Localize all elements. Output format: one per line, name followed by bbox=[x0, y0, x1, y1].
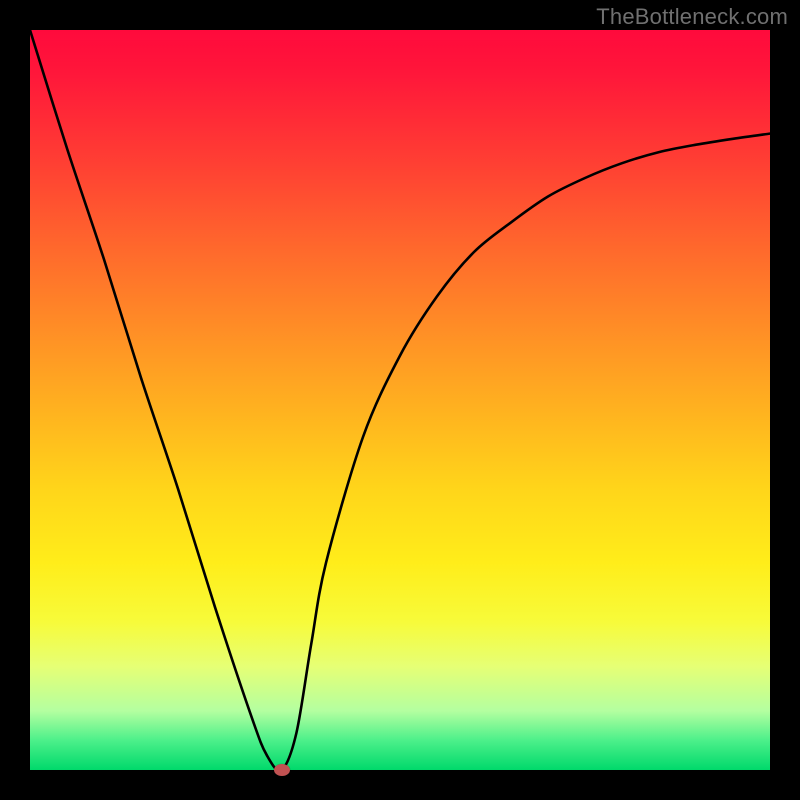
plot-area bbox=[30, 30, 770, 770]
minimum-marker bbox=[274, 764, 290, 776]
chart-frame: TheBottleneck.com bbox=[0, 0, 800, 800]
bottleneck-curve bbox=[30, 30, 770, 770]
watermark-text: TheBottleneck.com bbox=[596, 4, 788, 30]
